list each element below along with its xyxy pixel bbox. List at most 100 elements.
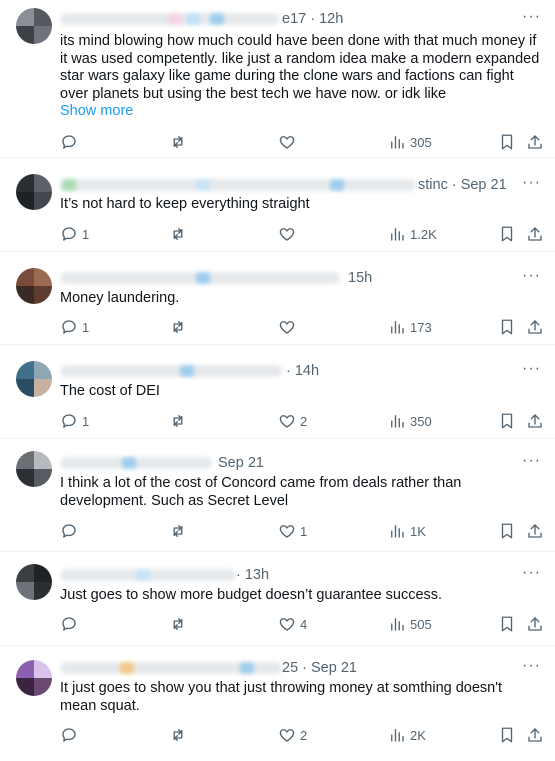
repost-icon xyxy=(173,136,183,148)
share-button[interactable] xyxy=(526,521,544,541)
views-icon xyxy=(391,228,404,241)
more-icon[interactable]: ··· xyxy=(522,452,541,470)
timestamp[interactable]: stinc · Sep 21 xyxy=(418,176,507,194)
views-button[interactable]: 505 xyxy=(388,614,432,634)
avatar[interactable] xyxy=(16,451,52,487)
reply-button[interactable] xyxy=(60,132,82,152)
share-button[interactable] xyxy=(526,224,544,244)
share-button[interactable] xyxy=(526,725,544,745)
more-icon[interactable]: ··· xyxy=(522,360,541,378)
bookmark-icon xyxy=(501,727,513,743)
like-button[interactable] xyxy=(278,224,300,244)
views-button[interactable]: 2K xyxy=(388,725,426,745)
timestamp[interactable]: · 13h xyxy=(236,566,269,584)
like-button[interactable]: 2 xyxy=(278,725,307,745)
repost-button[interactable] xyxy=(169,132,191,152)
more-icon[interactable]: ··· xyxy=(522,564,541,582)
repost-button[interactable] xyxy=(169,725,191,745)
author-name-redacted[interactable] xyxy=(60,179,416,191)
action-bar: 1 1K xyxy=(0,521,555,541)
views-icon xyxy=(391,136,404,149)
reply[interactable]: e17 · 12h ··· its mind blowing how much … xyxy=(0,0,555,158)
like-button[interactable] xyxy=(278,317,300,337)
timestamp[interactable]: · 14h xyxy=(286,362,319,380)
reply-icon xyxy=(62,617,76,631)
reply[interactable]: Sep 21 ··· I think a lot of the cost of … xyxy=(0,439,555,552)
share-button[interactable] xyxy=(526,317,544,337)
bookmark-button[interactable] xyxy=(498,411,516,431)
like-icon xyxy=(279,729,295,742)
reply-header: · 13h xyxy=(60,566,507,584)
author-name-redacted[interactable] xyxy=(60,569,236,581)
show-more-link[interactable]: Show more xyxy=(60,103,133,119)
author-name-redacted[interactable] xyxy=(60,365,282,377)
avatar[interactable] xyxy=(16,660,52,696)
repost-button[interactable] xyxy=(169,614,191,634)
author-name-redacted[interactable] xyxy=(60,272,340,284)
like-button[interactable]: 2 xyxy=(278,411,307,431)
author-name-redacted[interactable] xyxy=(60,13,280,25)
bookmark-icon xyxy=(501,134,513,150)
share-button[interactable] xyxy=(526,614,544,634)
like-icon xyxy=(279,618,295,631)
reply-button[interactable]: 1 xyxy=(60,224,89,244)
share-button[interactable] xyxy=(526,132,544,152)
bookmark-button[interactable] xyxy=(498,614,516,634)
views-button[interactable]: 1K xyxy=(388,521,426,541)
views-button[interactable]: 173 xyxy=(388,317,432,337)
reply-button[interactable] xyxy=(60,614,82,634)
like-button[interactable]: 1 xyxy=(278,521,307,541)
avatar[interactable] xyxy=(16,361,52,397)
bookmark-button[interactable] xyxy=(498,521,516,541)
repost-button[interactable] xyxy=(169,317,191,337)
repost-icon xyxy=(173,228,183,240)
replies-feed: e17 · 12h ··· its mind blowing how much … xyxy=(0,0,555,761)
views-button[interactable]: 1.2K xyxy=(388,224,437,244)
more-icon[interactable]: ··· xyxy=(522,8,541,26)
reply[interactable]: 15h ··· Money laundering. 1 173 xyxy=(0,252,555,345)
repost-button[interactable] xyxy=(169,411,191,431)
more-icon[interactable]: ··· xyxy=(522,267,541,285)
reply-button[interactable]: 1 xyxy=(60,317,89,337)
views-count: 350 xyxy=(410,413,432,429)
reply-button[interactable] xyxy=(60,725,82,745)
reply-text: Just goes to show more budget doesn’t gu… xyxy=(60,587,443,603)
author-name-redacted[interactable] xyxy=(60,662,282,674)
views-button[interactable]: 305 xyxy=(388,132,432,152)
reply-header: e17 · 12h xyxy=(60,10,507,28)
timestamp[interactable]: e17 · 12h xyxy=(282,10,343,28)
reply[interactable]: 25 · Sep 21 ··· It just goes to show you… xyxy=(0,646,555,761)
reply-button[interactable] xyxy=(60,521,82,541)
reply-header: · 14h xyxy=(60,362,507,380)
views-count: 1.2K xyxy=(410,226,437,242)
bookmark-button[interactable] xyxy=(498,132,516,152)
timestamp[interactable]: 25 · Sep 21 xyxy=(282,659,357,677)
author-name-redacted[interactable] xyxy=(60,457,212,469)
like-button[interactable]: 4 xyxy=(278,614,307,634)
reply-button[interactable]: 1 xyxy=(60,411,89,431)
views-count: 173 xyxy=(410,319,432,335)
bookmark-button[interactable] xyxy=(498,317,516,337)
more-icon[interactable]: ··· xyxy=(522,174,541,192)
like-button[interactable] xyxy=(278,132,300,152)
views-count: 2K xyxy=(410,727,426,743)
timestamp[interactable]: Sep 21 xyxy=(218,454,264,472)
avatar[interactable] xyxy=(16,174,52,210)
share-button[interactable] xyxy=(526,411,544,431)
reply-icon xyxy=(62,728,76,742)
timestamp[interactable]: 15h xyxy=(348,269,372,287)
reply-text: its mind blowing how much could have bee… xyxy=(60,33,540,102)
reply[interactable]: · 14h ··· The cost of DEI 1 2 350 xyxy=(0,345,555,439)
avatar[interactable] xyxy=(16,268,52,304)
avatar[interactable] xyxy=(16,8,52,44)
bookmark-button[interactable] xyxy=(498,725,516,745)
more-icon[interactable]: ··· xyxy=(522,657,541,675)
bookmark-button[interactable] xyxy=(498,224,516,244)
repost-button[interactable] xyxy=(169,224,191,244)
reply[interactable]: stinc · Sep 21 ··· It’s not hard to keep… xyxy=(0,158,555,252)
like-icon xyxy=(279,321,295,334)
repost-button[interactable] xyxy=(169,521,191,541)
avatar[interactable] xyxy=(16,564,52,600)
reply[interactable]: · 13h ··· Just goes to show more budget … xyxy=(0,552,555,646)
views-button[interactable]: 350 xyxy=(388,411,432,431)
